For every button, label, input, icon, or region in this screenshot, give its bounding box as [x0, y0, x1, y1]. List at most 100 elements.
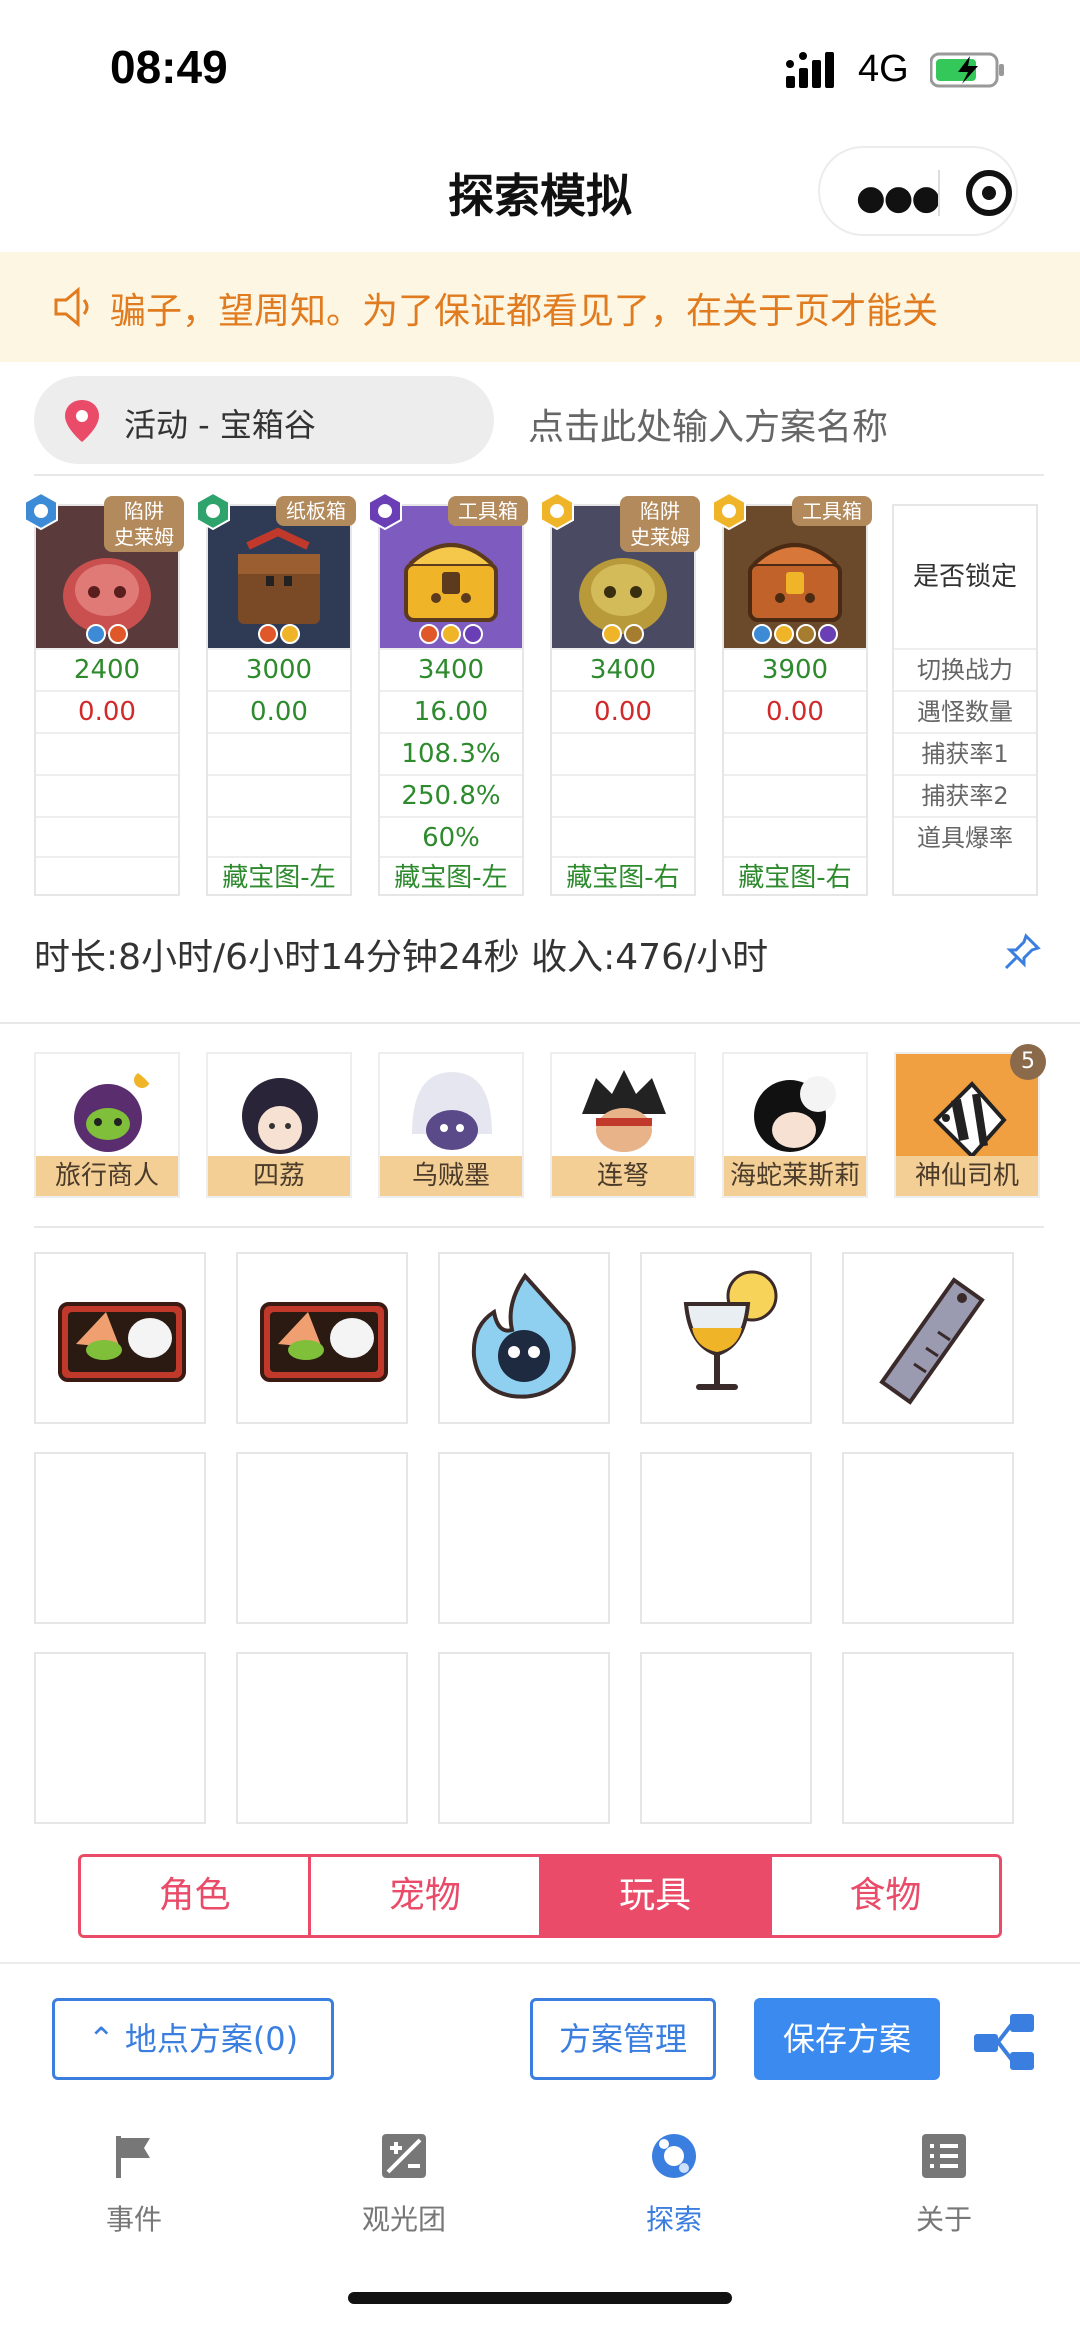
- location-selector[interactable]: 活动 - 宝箱谷: [34, 376, 494, 464]
- tabbar-label: 探索: [645, 2203, 702, 2236]
- item-slot-empty[interactable]: [640, 1652, 812, 1824]
- encounter-value: 0.00: [208, 690, 350, 730]
- more-icon[interactable]: ●●●: [856, 178, 941, 218]
- cap2-value: [36, 774, 178, 814]
- tabbar-item-about[interactable]: 关于: [844, 2132, 1044, 2238]
- power-value: 3900: [724, 648, 866, 688]
- character-name: 神仙司机: [896, 1156, 1038, 1196]
- item-slot-empty[interactable]: [640, 1452, 812, 1624]
- share-icon[interactable]: [972, 2012, 1036, 2072]
- tabbar-label: 关于: [915, 2203, 972, 2236]
- item-slot-empty[interactable]: [438, 1452, 610, 1624]
- cap1-value: [36, 732, 178, 772]
- encounter-value: 0.00: [552, 690, 694, 730]
- ghost-flame-icon: [471, 1272, 576, 1399]
- tab-pet[interactable]: 宠物: [311, 1857, 542, 1935]
- item-slot-empty[interactable]: [438, 1652, 610, 1824]
- tab-toy[interactable]: 玩具: [541, 1857, 772, 1935]
- cap1-value: 108.3%: [380, 732, 522, 772]
- tabbar-item-explore[interactable]: 探索: [574, 2132, 774, 2238]
- sea-serpent-avatar: [754, 1076, 836, 1152]
- character-card[interactable]: 乌贼墨: [378, 1052, 524, 1198]
- item-slot-empty[interactable]: [236, 1452, 408, 1624]
- cap1-value: [208, 732, 350, 772]
- explore-icon: [652, 2134, 696, 2178]
- item-slot-bento[interactable]: [34, 1252, 206, 1424]
- sun-element-icon: [540, 492, 574, 530]
- target-icon[interactable]: [966, 170, 1012, 216]
- item-slot-empty[interactable]: [842, 1452, 1014, 1624]
- status-time: 08:49: [110, 41, 228, 93]
- lock-capture-rate-1[interactable]: 捕获率1: [894, 732, 1036, 772]
- character-name: 四荔: [208, 1156, 350, 1196]
- cap2-value: [724, 774, 866, 814]
- capsule-divider: [938, 170, 940, 216]
- battery-icon: [930, 52, 1004, 88]
- character-card[interactable]: 海蛇莱斯莉: [722, 1052, 868, 1198]
- tabbar-label: 观光团: [361, 2203, 446, 2236]
- map-value: [36, 856, 178, 896]
- encounter-value: 16.00: [380, 690, 522, 730]
- drop-value: [36, 816, 178, 856]
- character-card[interactable]: 连弩: [550, 1052, 696, 1198]
- lock-drop-rate[interactable]: 道具爆率: [894, 816, 1036, 856]
- item-slot-empty[interactable]: [236, 1652, 408, 1824]
- cocktail-icon: [683, 1270, 778, 1390]
- bento-icon: [260, 1302, 388, 1382]
- plan-name-input[interactable]: 点击此处输入方案名称: [528, 398, 888, 450]
- monster-tag: 工具箱: [448, 496, 528, 526]
- flag-icon: [116, 2136, 150, 2178]
- lock-encounter-count[interactable]: 遇怪数量: [894, 690, 1036, 730]
- cap2-value: 250.8%: [380, 774, 522, 814]
- encounter-value: 0.00: [724, 690, 866, 730]
- map-value: 藏宝图-左: [208, 856, 350, 896]
- item-slot-cocktail[interactable]: [640, 1252, 812, 1424]
- ruler-icon: [879, 1277, 985, 1405]
- home-indicator: [348, 2292, 732, 2304]
- item-slot-ruler[interactable]: [842, 1252, 1014, 1424]
- count-badge: 5: [1010, 1044, 1046, 1080]
- drop-value: 60%: [380, 816, 522, 856]
- power-value: 3000: [208, 648, 350, 688]
- pin-icon[interactable]: [1002, 932, 1042, 972]
- manage-plan-button[interactable]: 方案管理: [530, 1998, 716, 2080]
- cap1-value: [552, 732, 694, 772]
- monster-card[interactable]: 工具箱 3400 16.00 108.3% 250.8% 60% 藏宝图-左: [368, 492, 528, 896]
- drop-value: [724, 816, 866, 856]
- character-card[interactable]: 旅行商人: [34, 1052, 180, 1198]
- tabbar-item-tour[interactable]: 观光团: [304, 2132, 504, 2238]
- character-name: 乌贼墨: [380, 1156, 522, 1196]
- location-plan-button[interactable]: ⌃ 地点方案(0): [52, 1998, 334, 2080]
- lock-capture-rate-2[interactable]: 捕获率2: [894, 774, 1036, 814]
- lock-column: 是否锁定 切换战力 遇怪数量 捕获率1 捕获率2 道具爆率: [892, 504, 1038, 896]
- power-value: 3400: [380, 648, 522, 688]
- item-slot-ghost-flame[interactable]: [438, 1252, 610, 1424]
- notice-bar: 骗子，望周知。为了保证都看见了，在关于页才能关: [0, 252, 1080, 362]
- moon-element-icon: [368, 492, 402, 530]
- category-tabs: 角色 宠物 玩具 食物: [78, 1854, 1002, 1938]
- monster-tag: 工具箱: [792, 496, 872, 526]
- item-slot-bento[interactable]: [236, 1252, 408, 1424]
- location-pin-icon: [65, 400, 99, 442]
- monster-card[interactable]: 陷阱 史莱姆 2400 0.00: [24, 492, 184, 896]
- lock-switch-power[interactable]: 切换战力: [894, 648, 1036, 688]
- monster-card[interactable]: 陷阱 史莱姆 3400 0.00 藏宝图-右: [540, 492, 700, 896]
- monster-card[interactable]: 纸板箱 3000 0.00 藏宝图-左: [196, 492, 356, 896]
- list-icon: [922, 2134, 966, 2178]
- save-plan-button[interactable]: 保存方案: [754, 1998, 940, 2080]
- tab-food[interactable]: 食物: [771, 1857, 999, 1935]
- character-card[interactable]: 四荔: [206, 1052, 352, 1198]
- status-bar: 08:49 4G: [0, 0, 1080, 140]
- plus-minus-icon: [382, 2134, 426, 2178]
- location-plan-label: 地点方案(0): [124, 2020, 299, 2058]
- item-slot-empty[interactable]: [842, 1652, 1014, 1824]
- power-value: 3400: [552, 648, 694, 688]
- monster-card[interactable]: 工具箱 3900 0.00 藏宝图-右: [712, 492, 872, 896]
- signal-icon: [786, 52, 834, 88]
- bento-icon: [58, 1302, 186, 1382]
- item-slot-empty[interactable]: [34, 1652, 206, 1824]
- tab-role[interactable]: 角色: [81, 1857, 312, 1935]
- item-slot-empty[interactable]: [34, 1452, 206, 1624]
- chevron-up-icon: ⌃: [87, 2020, 125, 2058]
- tabbar-item-events[interactable]: 事件: [34, 2132, 234, 2238]
